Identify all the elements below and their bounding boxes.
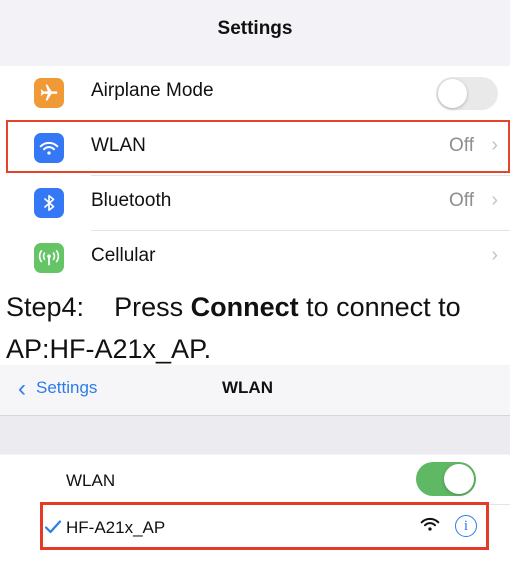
step-caption: Step4: Press Connect to connect to AP:HF…: [6, 286, 506, 370]
wlan-highlight-box: [6, 120, 510, 173]
airplane-icon: [34, 78, 64, 108]
wlan-toggle-label: WLAN: [66, 471, 116, 490]
chevron-right-icon: ›: [491, 244, 498, 266]
settings-list: Airplane Mode WLAN Off › Bluetooth Off ›…: [0, 66, 510, 282]
bluetooth-status-value: Off: [449, 190, 474, 211]
settings-row-bluetooth[interactable]: Bluetooth Off ›: [0, 176, 510, 231]
caption-prefix: Step4: Press: [6, 292, 191, 322]
settings-row-label: Airplane Mode: [91, 80, 214, 101]
network-highlight-box: [40, 502, 489, 550]
caption-suffix: to connect to: [298, 292, 461, 322]
wlan-screenshot: ‹ Settings WLAN WLAN HF-A21x_AP i: [0, 365, 510, 571]
settings-row-label: Bluetooth: [91, 190, 172, 211]
bluetooth-icon: [34, 188, 64, 218]
wlan-nav-bar: ‹ Settings WLAN: [0, 365, 510, 416]
settings-screenshot: Settings Airplane Mode WLAN Off › Blueto…: [0, 0, 510, 282]
caption-line-2: AP:HF-A21x_AP.: [6, 334, 212, 364]
page-title: WLAN: [222, 378, 273, 397]
back-button[interactable]: Settings: [36, 378, 97, 398]
page-title: Settings: [217, 18, 293, 39]
caption-connect-word: Connect: [190, 292, 299, 322]
chevron-right-icon: ›: [491, 189, 498, 211]
airplane-mode-toggle[interactable]: [436, 77, 498, 110]
cellular-icon: [34, 243, 64, 273]
section-gap: [0, 416, 510, 454]
wlan-toggle[interactable]: [416, 462, 476, 496]
settings-row-airplane-mode[interactable]: Airplane Mode: [0, 66, 510, 121]
chevron-left-icon[interactable]: ‹: [18, 375, 26, 403]
settings-nav-bar: Settings: [0, 0, 510, 64]
settings-row-cellular[interactable]: Cellular ›: [0, 231, 510, 286]
settings-row-label: Cellular: [91, 245, 156, 266]
